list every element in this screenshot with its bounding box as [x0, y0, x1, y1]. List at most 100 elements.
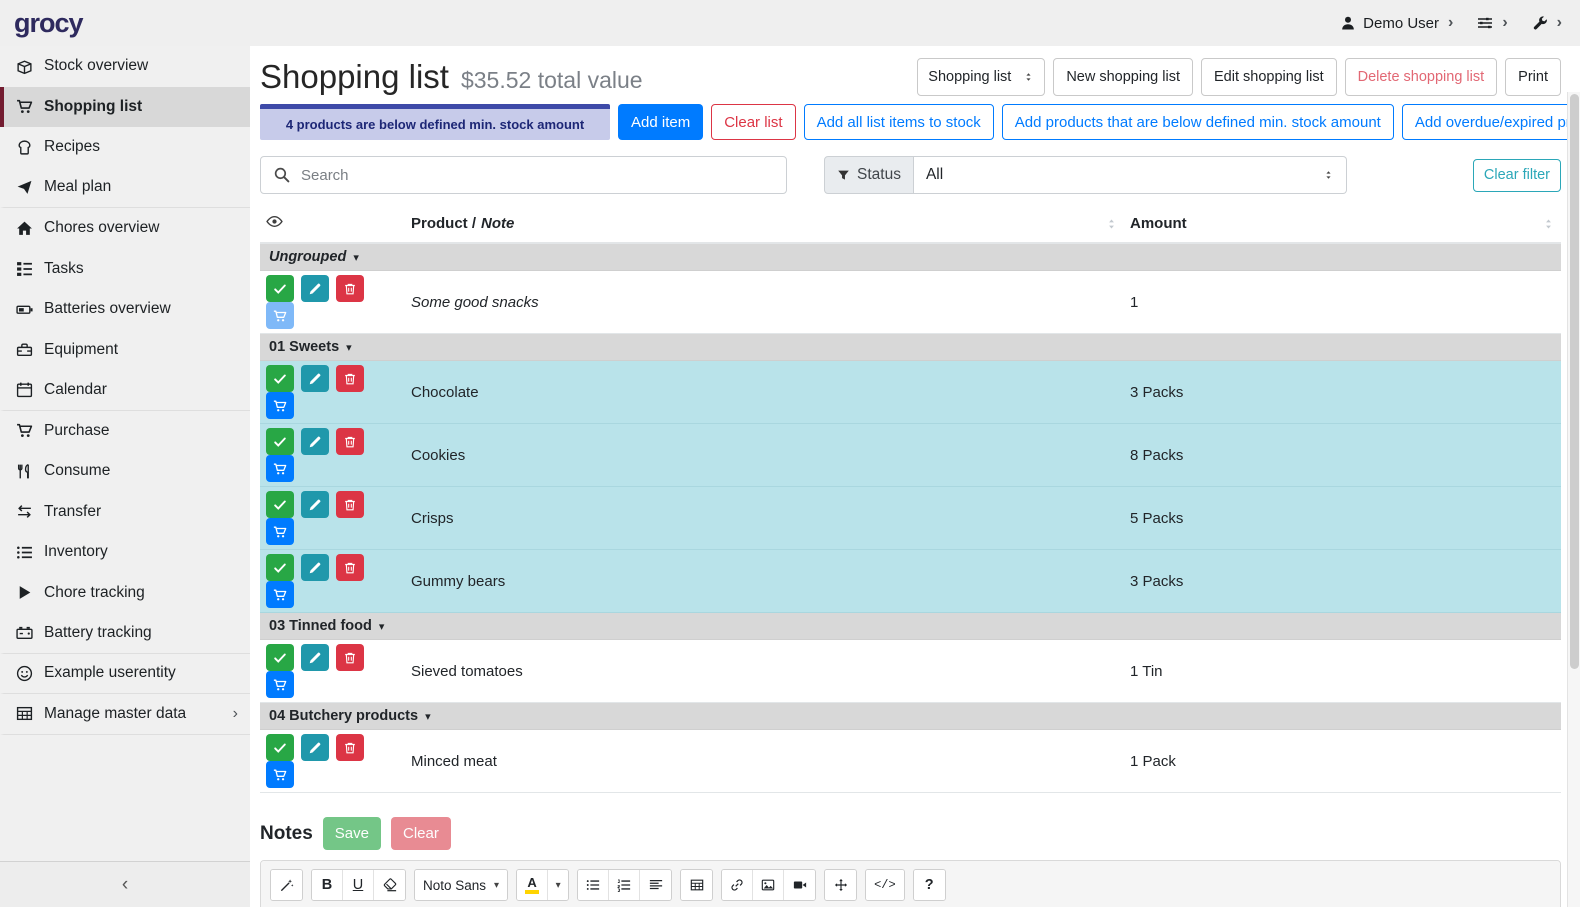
sidebar-item-stock-overview[interactable]: Stock overview	[0, 46, 250, 87]
cart-icon	[273, 525, 287, 539]
underline-button[interactable]: U	[343, 870, 374, 900]
sort-icon[interactable]	[1105, 217, 1118, 231]
new-shopping-list-button[interactable]: New shopping list	[1053, 58, 1193, 96]
fullscreen-button[interactable]	[825, 870, 856, 900]
search-input[interactable]	[260, 156, 787, 194]
add-to-stock-button[interactable]	[266, 761, 294, 788]
sidebar-item-shopping-list[interactable]: Shopping list	[0, 87, 250, 128]
grocy-logo[interactable]: grocy	[14, 8, 83, 39]
insert-picture-button[interactable]	[753, 870, 784, 900]
mark-done-button[interactable]	[266, 428, 294, 455]
font-family-button[interactable]: Noto Sans▾	[415, 870, 507, 900]
table-row: Sieved tomatoes 1 Tin	[260, 640, 1561, 703]
add-below-min-button[interactable]: Add products that are below defined min.…	[1002, 104, 1394, 140]
delete-item-button[interactable]	[336, 491, 364, 518]
sidebar-item-chore-tracking[interactable]: Chore tracking	[0, 573, 250, 614]
mark-done-button[interactable]	[266, 734, 294, 761]
meal-plan-icon	[16, 179, 33, 196]
sidebar-item-tasks[interactable]: Tasks	[0, 249, 250, 290]
paragraph-align-button[interactable]	[640, 870, 671, 900]
highlight-color-button[interactable]: A	[517, 870, 548, 900]
edit-shopping-list-button[interactable]: Edit shopping list	[1201, 58, 1337, 96]
mark-done-button[interactable]	[266, 554, 294, 581]
mark-done-button[interactable]	[266, 275, 294, 302]
unordered-list-button[interactable]	[578, 870, 609, 900]
edit-item-button[interactable]	[301, 491, 329, 518]
delete-item-button[interactable]	[336, 428, 364, 455]
highlight-color-caret-button[interactable]: ▾	[548, 870, 568, 900]
sort-icon[interactable]	[1542, 217, 1555, 231]
delete-item-button[interactable]	[336, 554, 364, 581]
delete-item-button[interactable]	[336, 365, 364, 392]
shopping-list-selector[interactable]: Shopping list	[917, 58, 1045, 96]
delete-item-button[interactable]	[336, 275, 364, 302]
insert-link-button[interactable]	[722, 870, 753, 900]
bold-button[interactable]: B	[312, 870, 343, 900]
sidebar-collapse-button[interactable]: ‹	[0, 861, 250, 907]
user-menu[interactable]: Demo User ›	[1340, 14, 1453, 32]
add-to-stock-button[interactable]	[266, 392, 294, 419]
eye-icon[interactable]	[266, 213, 283, 230]
add-to-stock-button[interactable]	[266, 302, 294, 329]
notes-save-button[interactable]: Save	[323, 817, 381, 850]
edit-item-button[interactable]	[301, 554, 329, 581]
add-to-stock-button[interactable]	[266, 581, 294, 608]
add-overdue-button[interactable]: Add overdue/expired products	[1402, 104, 1580, 140]
caret-down-icon: ▾	[494, 880, 499, 891]
add-to-stock-button[interactable]	[266, 518, 294, 545]
edit-item-button[interactable]	[301, 275, 329, 302]
vertical-scrollbar[interactable]	[1567, 92, 1580, 907]
sidebar-item-manage-master-data[interactable]: Manage master data›	[0, 694, 250, 735]
insert-table-button[interactable]	[681, 870, 712, 900]
sidebar-item-equipment[interactable]: Equipment	[0, 330, 250, 371]
sidebar-item-batteries-overview[interactable]: Batteries overview	[0, 289, 250, 330]
add-all-to-stock-button[interactable]: Add all list items to stock	[804, 104, 994, 140]
delete-item-button[interactable]	[336, 644, 364, 671]
admin-menu[interactable]: ›	[1532, 14, 1562, 32]
edit-item-button[interactable]	[301, 428, 329, 455]
cart-icon	[273, 462, 287, 476]
sidebar-item-inventory[interactable]: Inventory	[0, 532, 250, 573]
add-to-stock-button[interactable]	[266, 671, 294, 698]
add-to-stock-button[interactable]	[266, 455, 294, 482]
sidebar-item-example-userentity[interactable]: Example userentity	[0, 654, 250, 695]
clear-list-button[interactable]: Clear list	[711, 104, 795, 140]
codeview-button[interactable]: </>	[866, 870, 904, 900]
edit-item-button[interactable]	[301, 365, 329, 392]
edit-item-button[interactable]	[301, 734, 329, 761]
sidebar-item-transfer[interactable]: Transfer	[0, 492, 250, 533]
sidebar-item-chores-overview[interactable]: Chores overview	[0, 208, 250, 249]
sidebar-item-calendar[interactable]: Calendar	[0, 370, 250, 411]
magic-style-button[interactable]	[271, 870, 302, 900]
boxes-icon	[16, 58, 33, 75]
table-grid-icon	[690, 878, 704, 892]
note-column-header[interactable]: Note	[481, 215, 514, 232]
insert-video-button[interactable]	[784, 870, 815, 900]
group-row: 04 Butchery products▾	[260, 703, 1561, 730]
mark-done-button[interactable]	[266, 644, 294, 671]
ordered-list-button[interactable]	[609, 870, 640, 900]
sidebar-item-purchase[interactable]: Purchase	[0, 411, 250, 452]
mark-done-button[interactable]	[266, 365, 294, 392]
sidebar-item-battery-tracking[interactable]: Battery tracking	[0, 613, 250, 654]
table-icon	[16, 705, 33, 722]
notes-clear-button[interactable]: Clear	[391, 817, 451, 850]
sidebar-item-recipes[interactable]: Recipes	[0, 127, 250, 168]
picture-icon	[761, 878, 775, 892]
add-item-button[interactable]: Add item	[618, 104, 703, 140]
print-button[interactable]: Print	[1505, 58, 1561, 96]
delete-item-button[interactable]	[336, 734, 364, 761]
sidebar-item-consume[interactable]: Consume	[0, 451, 250, 492]
scrollbar-thumb[interactable]	[1570, 94, 1579, 669]
help-button[interactable]: ?	[914, 870, 945, 900]
delete-shopping-list-button[interactable]: Delete shopping list	[1345, 58, 1498, 96]
settings-menu[interactable]: ›	[1477, 14, 1507, 32]
amount-column-header[interactable]: Amount	[1130, 215, 1187, 232]
clear-filter-button[interactable]: Clear filter	[1473, 159, 1561, 192]
sidebar-item-meal-plan[interactable]: Meal plan	[0, 168, 250, 209]
mark-done-button[interactable]	[266, 491, 294, 518]
product-column-header[interactable]: Product /	[411, 215, 476, 232]
edit-item-button[interactable]	[301, 644, 329, 671]
status-filter-select[interactable]: All	[914, 156, 1347, 194]
clear-formatting-button[interactable]	[374, 870, 405, 900]
